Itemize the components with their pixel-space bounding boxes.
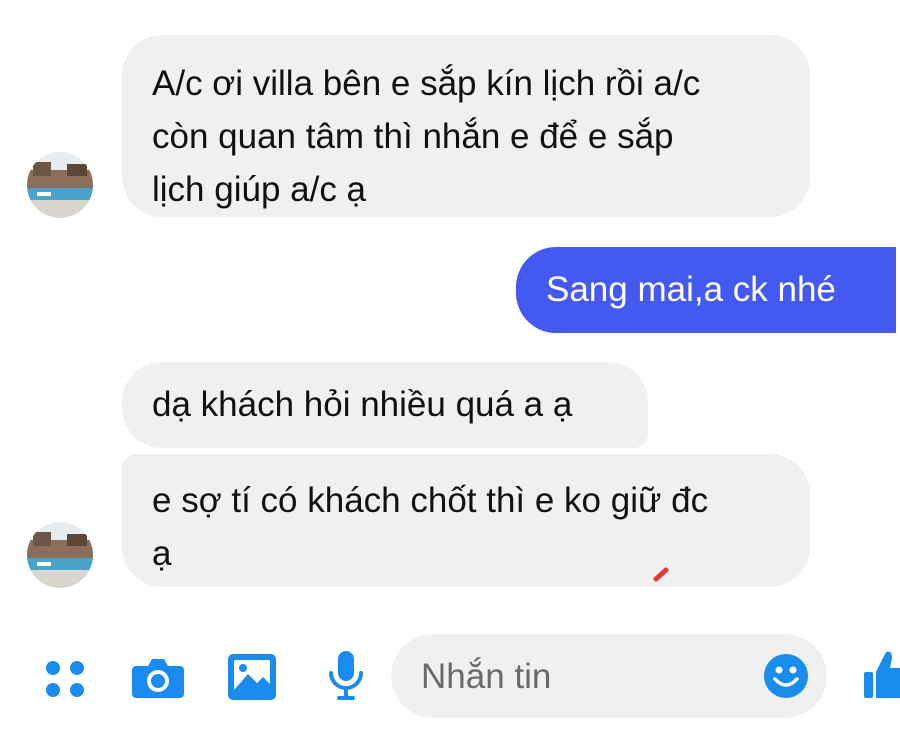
outgoing-message-bubble[interactable]: Sang mai,a ck nhé: [516, 247, 896, 333]
contact-avatar[interactable]: [27, 152, 93, 218]
message-text: Sang mai,a ck nhé: [546, 270, 836, 309]
incoming-message-bubble[interactable]: dạ khách hỏi nhiều quá a ạ: [122, 362, 648, 448]
message-composer[interactable]: [391, 634, 827, 720]
message-text: dạ khách hỏi nhiều quá a ạ: [152, 385, 573, 424]
contact-avatar[interactable]: [27, 522, 93, 588]
avatar-image: [27, 522, 93, 588]
emoji-icon[interactable]: [763, 653, 809, 704]
incoming-message-bubble[interactable]: e sợ tí có khách chốt thì e ko giữ đc ạ: [122, 454, 810, 587]
like-icon[interactable]: [864, 648, 900, 705]
microphone-icon[interactable]: [328, 651, 364, 706]
message-text-line: e sợ tí có khách chốt thì e ko giữ đc: [152, 481, 709, 520]
message-text-line: ạ: [152, 534, 172, 573]
message-text-line: A/c ơi villa bên e sắp kín lịch rồi a/c: [152, 64, 701, 103]
message-input[interactable]: [419, 634, 753, 720]
message-text-line: còn quan tâm thì nhắn e để e sắp: [152, 117, 674, 156]
image-icon[interactable]: [228, 654, 276, 705]
avatar-image: [27, 152, 93, 218]
message-text-line: lịch giúp a/c ạ: [152, 170, 367, 209]
incoming-message-bubble[interactable]: A/c ơi villa bên e sắp kín lịch rồi a/c …: [122, 35, 810, 217]
apps-icon[interactable]: [44, 656, 88, 705]
camera-icon[interactable]: [132, 654, 184, 705]
